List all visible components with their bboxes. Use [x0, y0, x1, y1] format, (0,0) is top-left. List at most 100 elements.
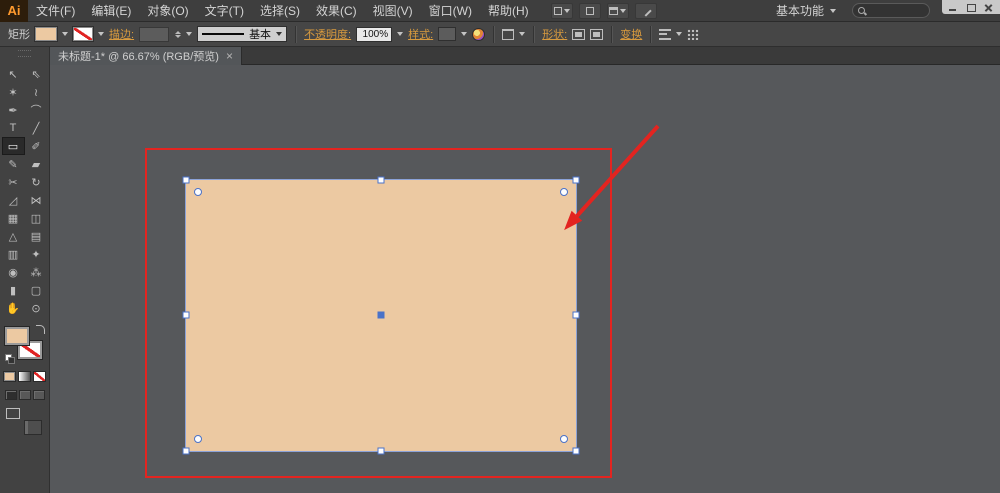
stroke-color-swatch[interactable] — [73, 27, 93, 41]
stepper-up-icon[interactable] — [175, 30, 182, 34]
chevron-down-icon[interactable] — [397, 32, 404, 36]
close-button[interactable] — [982, 2, 996, 13]
gradient-tool[interactable]: ▥ — [2, 245, 25, 263]
shape-builder-tool[interactable]: ◫ — [25, 209, 48, 227]
shape-width-icon[interactable] — [572, 28, 586, 40]
color-button[interactable] — [3, 371, 16, 382]
recolor-artwork-icon[interactable] — [472, 27, 486, 41]
selection-handle-bottom-right[interactable] — [572, 447, 580, 455]
stepper-down-icon[interactable] — [175, 34, 182, 38]
width-tool[interactable]: ⋈ — [25, 191, 48, 209]
selection-handle-top-right[interactable] — [572, 176, 580, 184]
minimize-button[interactable] — [946, 2, 960, 13]
menu-type[interactable]: 文字(T) — [197, 0, 252, 22]
blend-tool[interactable]: ◉ — [2, 263, 25, 281]
eyedropper-tool[interactable]: ✦ — [25, 245, 48, 263]
hand-tool[interactable]: ✋ — [2, 299, 25, 317]
transform-link[interactable]: 变换 — [620, 26, 642, 42]
brush-definition-dropdown[interactable]: 基本 — [197, 26, 288, 42]
lasso-tool[interactable]: ≀ — [25, 83, 48, 101]
corner-widget-bottom-right[interactable] — [560, 435, 568, 443]
curvature-tool[interactable]: ⌒ — [25, 101, 48, 119]
chevron-down-icon[interactable] — [461, 32, 468, 36]
restore-button[interactable] — [964, 2, 978, 13]
menu-select[interactable]: 选择(S) — [252, 0, 308, 22]
draw-behind-mode-button[interactable] — [18, 390, 31, 400]
swap-fill-stroke-icon[interactable] — [35, 325, 45, 334]
chevron-down-icon[interactable] — [519, 32, 526, 36]
chevron-down-icon[interactable] — [186, 32, 193, 36]
selection-handle-middle-right[interactable] — [572, 311, 580, 319]
document-tab[interactable]: 未标题-1* @ 66.67% (RGB/预览) × — [50, 47, 242, 65]
gradient-button[interactable] — [18, 371, 31, 382]
draw-inside-mode-button[interactable] — [32, 390, 45, 400]
shape-properties-link[interactable]: 形状: — [542, 26, 567, 42]
selection-handle-bottom-center[interactable] — [377, 447, 385, 455]
app-frame-icon[interactable] — [578, 2, 601, 19]
zoom-tool[interactable]: ⊙ — [25, 299, 48, 317]
chevron-down-icon[interactable] — [676, 32, 683, 36]
menu-object[interactable]: 对象(O) — [139, 0, 196, 22]
artboard-tool[interactable]: ▢ — [25, 281, 48, 299]
selection-handle-bottom-left[interactable] — [182, 447, 190, 455]
corner-widget-top-right[interactable] — [560, 188, 568, 196]
rectangle-tool[interactable]: ▭ — [1, 137, 25, 155]
menu-file[interactable]: 文件(F) — [28, 0, 83, 22]
close-tab-icon[interactable]: × — [226, 50, 233, 62]
symbol-sprayer-tool[interactable]: ⁂ — [25, 263, 48, 281]
draw-normal-mode-button[interactable] — [4, 390, 17, 400]
arrange-documents-icon[interactable] — [550, 2, 573, 19]
workspace-switcher[interactable]: 基本功能 — [770, 0, 842, 21]
none-button[interactable] — [33, 371, 46, 382]
toolbar-grip[interactable] — [18, 50, 31, 57]
scale-tool[interactable]: ◿ — [2, 191, 25, 209]
stroke-weight-link[interactable]: 描边: — [109, 26, 134, 42]
screen-mode-button[interactable] — [6, 408, 20, 419]
type-tool[interactable]: T — [2, 119, 25, 137]
selection-center-point[interactable] — [377, 311, 385, 319]
document-layout-icon[interactable] — [606, 2, 629, 19]
more-options-icon[interactable] — [687, 28, 700, 40]
fill-color-swatch[interactable] — [35, 27, 57, 41]
menu-edit[interactable]: 编辑(E) — [83, 0, 139, 22]
fill-indicator-swatch[interactable] — [4, 327, 29, 345]
magic-wand-tool[interactable]: ✶ — [2, 83, 25, 101]
pencil-tool[interactable]: ✎ — [2, 155, 25, 173]
menu-window[interactable]: 窗口(W) — [421, 0, 480, 22]
corner-widget-bottom-left[interactable] — [194, 435, 202, 443]
align-objects-icon[interactable] — [659, 28, 672, 40]
free-transform-tool[interactable]: ▦ — [2, 209, 25, 227]
shape-height-icon[interactable] — [590, 28, 604, 40]
rotate-tool[interactable]: ↻ — [25, 173, 48, 191]
paintbrush-tool[interactable]: ✐ — [25, 137, 48, 155]
perspective-grid-tool[interactable]: △ — [2, 227, 25, 245]
opacity-link[interactable]: 不透明度: — [304, 26, 351, 42]
selection-handle-top-left[interactable] — [182, 176, 190, 184]
search-input[interactable] — [867, 5, 922, 16]
panel-dock-icon[interactable] — [24, 420, 42, 435]
opacity-input[interactable]: 100% — [356, 26, 393, 42]
selection-tool[interactable]: ↖ — [2, 65, 25, 83]
share-icon[interactable] — [634, 2, 657, 19]
style-swatch[interactable] — [438, 27, 457, 41]
selection-handle-top-center[interactable] — [377, 176, 385, 184]
menu-view[interactable]: 视图(V) — [365, 0, 421, 22]
chevron-down-icon[interactable] — [98, 32, 104, 36]
scissors-tool[interactable]: ✂ — [2, 173, 25, 191]
direct-selection-tool[interactable]: ⇖ — [25, 65, 48, 83]
stroke-weight-input[interactable] — [139, 26, 170, 42]
corner-widget-top-left[interactable] — [194, 188, 202, 196]
menu-effect[interactable]: 效果(C) — [308, 0, 365, 22]
column-graph-tool[interactable]: ▮ — [2, 281, 25, 299]
default-fill-stroke-icon[interactable] — [4, 354, 15, 364]
mesh-tool[interactable]: ▤ — [25, 227, 48, 245]
align-to-selection-icon[interactable] — [502, 28, 515, 40]
style-link[interactable]: 样式: — [408, 26, 433, 42]
selection-handle-middle-left[interactable] — [182, 311, 190, 319]
chevron-down-icon[interactable] — [62, 32, 68, 36]
search-box[interactable] — [852, 3, 930, 18]
line-segment-tool[interactable]: ╱ — [25, 119, 48, 137]
menu-help[interactable]: 帮助(H) — [480, 0, 537, 22]
stroke-weight-stepper[interactable] — [175, 30, 182, 38]
eraser-tool[interactable]: ▰ — [25, 155, 48, 173]
